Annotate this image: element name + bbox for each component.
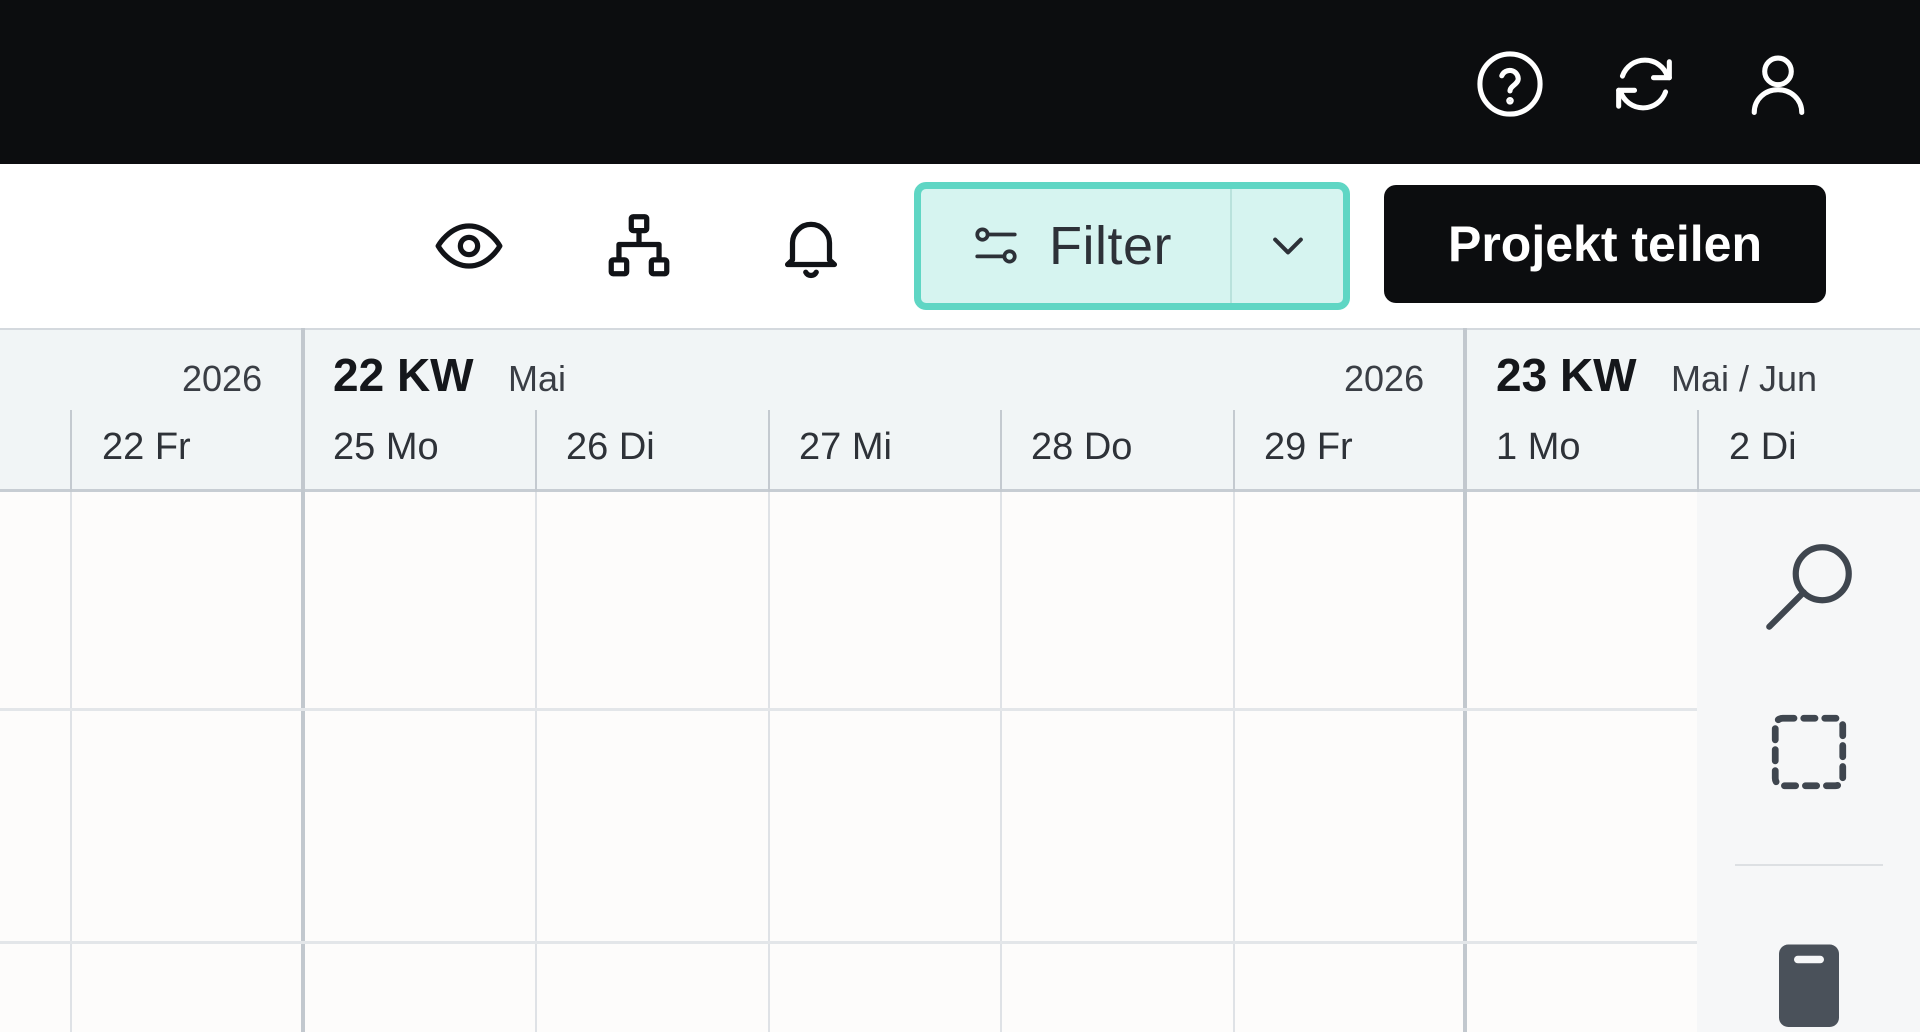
day-header[interactable]: 28 Do (1031, 426, 1132, 469)
filter-dropdown-toggle[interactable] (1232, 189, 1343, 303)
week-label: 23 KW (1496, 349, 1637, 401)
day-header[interactable]: 1 Mo (1496, 426, 1580, 469)
grid-row-line (0, 708, 1697, 711)
grid-row-line (0, 941, 1697, 944)
day-header[interactable]: 25 Mo (333, 426, 439, 469)
eye-icon[interactable] (427, 204, 511, 288)
side-tool-panel (1697, 492, 1920, 1032)
week-separator (301, 328, 305, 1032)
hierarchy-icon[interactable] (597, 204, 681, 288)
bell-icon[interactable] (769, 204, 853, 288)
week-label: 22 KW (333, 349, 474, 401)
sliders-icon (971, 221, 1049, 271)
notebook-icon[interactable] (1759, 932, 1859, 1032)
filter-label: Filter (1049, 216, 1172, 276)
day-header[interactable]: 2 Di (1729, 426, 1797, 469)
week-year: 2026 (1344, 358, 1425, 399)
help-circle-icon[interactable] (1468, 42, 1552, 126)
day-header[interactable]: 27 Mi (799, 426, 892, 469)
search-icon[interactable] (1754, 532, 1864, 642)
user-icon[interactable] (1736, 42, 1820, 126)
week-separator (1463, 328, 1467, 1032)
panel-divider (1735, 864, 1883, 866)
grid-line (535, 492, 537, 1032)
refresh-icon[interactable] (1602, 42, 1686, 126)
day-header[interactable]: 26 Di (566, 426, 655, 469)
grid-line (70, 410, 72, 492)
grid-line (1697, 410, 1699, 492)
grid-line (1000, 410, 1002, 492)
filter-button-group: Filter (914, 182, 1350, 310)
day-header[interactable]: 22 Fr (102, 426, 191, 469)
grid-line (535, 410, 537, 492)
filter-button[interactable]: Filter (921, 189, 1230, 303)
week-month: Mai / Jun (1671, 358, 1818, 399)
grid-line (768, 492, 770, 1032)
week-month: Mai (508, 358, 567, 399)
week-year: 2026 (182, 358, 263, 399)
chevron-down-icon (1266, 224, 1310, 268)
grid-line (1233, 492, 1235, 1032)
grid-line (768, 410, 770, 492)
day-header[interactable]: 29 Fr (1264, 426, 1353, 469)
selection-icon[interactable] (1759, 702, 1859, 802)
calendar-header: 2026 22 Fr 22 KW Mai 2026 25 Mo 26 Di 27… (0, 328, 1920, 492)
share-project-button[interactable]: Projekt teilen (1384, 185, 1826, 303)
grid-line (1233, 410, 1235, 492)
grid-line (70, 492, 72, 1032)
app-header (0, 0, 1920, 164)
grid-line (1000, 492, 1002, 1032)
